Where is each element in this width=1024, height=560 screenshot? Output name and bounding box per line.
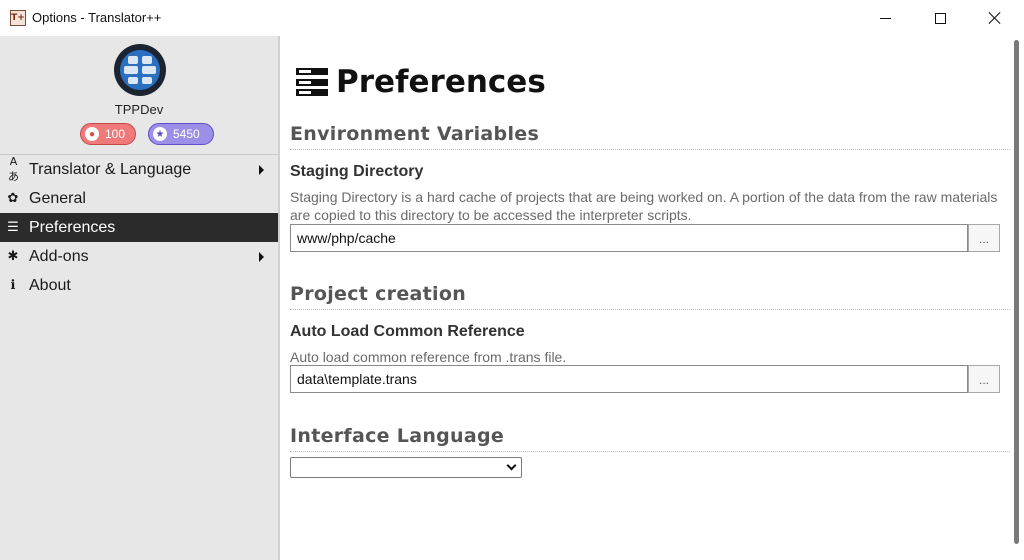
gear-icon: ✿	[7, 191, 19, 206]
username: TPPDev	[114, 102, 164, 117]
page-title: Preferences	[296, 64, 546, 100]
sidebar-item-general[interactable]: ✿ General	[0, 184, 278, 213]
close-icon	[988, 11, 1002, 25]
minimize-button[interactable]	[862, 0, 908, 36]
staging-directory-input[interactable]	[290, 224, 968, 252]
field-title-staging-directory: Staging Directory	[290, 163, 424, 180]
title-bar: T+ Options - Translator++	[0, 0, 1024, 36]
page-title-text: Preferences	[336, 64, 546, 100]
submenu-arrow-icon	[259, 252, 264, 262]
auto-load-reference-browse-button[interactable]: ...	[968, 365, 1000, 393]
close-button[interactable]	[972, 0, 1018, 36]
sidebar-item-label: Preferences	[29, 218, 116, 236]
chevron-down-icon	[506, 460, 517, 471]
staging-directory-browse-button[interactable]: ...	[968, 224, 1000, 252]
status-badge-blue: ★ 5450	[148, 123, 214, 145]
maximize-button[interactable]	[917, 0, 963, 36]
field-description-staging-directory: Staging Directory is a hard cache of pro…	[290, 189, 998, 223]
sidebar-item-about[interactable]: ℹ About	[0, 271, 278, 300]
preferences-icon	[296, 68, 328, 96]
window-title: Options - Translator++	[32, 10, 162, 25]
sidebar-item-add-ons[interactable]: ✱ Add-ons	[0, 242, 278, 271]
field-title-auto-load-reference: Auto Load Common Reference	[290, 323, 525, 340]
alert-icon: ●	[85, 127, 99, 141]
avatar[interactable]	[114, 44, 166, 96]
auto-load-reference-input[interactable]	[290, 365, 968, 393]
interface-language-select[interactable]	[290, 457, 522, 478]
translate-icon: Aあ	[8, 155, 19, 183]
main-panel: Preferences Environment Variables Stagin…	[282, 36, 1010, 560]
preferences-icon: ☰	[7, 220, 19, 235]
field-description-auto-load-reference: Auto load common reference from .trans f…	[290, 349, 567, 365]
profile-panel: TPPDev ● 100 ★ 5450	[0, 36, 278, 154]
sidebar-item-translator-language[interactable]: Aあ Translator & Language	[0, 155, 278, 184]
info-icon: ℹ	[10, 278, 16, 293]
submenu-arrow-icon	[259, 165, 264, 175]
avatar-image	[120, 50, 160, 90]
scrollbar-thumb[interactable]	[1014, 40, 1019, 544]
sidebar: TPPDev ● 100 ★ 5450 Aあ Translator & Lang…	[0, 36, 280, 560]
sidebar-menu: Aあ Translator & Language ✿ General ☰ Pre…	[0, 154, 278, 300]
maximize-icon	[934, 12, 946, 24]
sidebar-item-label: General	[29, 189, 86, 207]
sidebar-item-label: Add-ons	[29, 247, 89, 265]
puzzle-icon: ✱	[7, 249, 19, 264]
minimize-icon	[879, 17, 891, 19]
star-icon: ★	[153, 127, 167, 141]
status-badge-red: ● 100	[80, 123, 136, 145]
section-heading-environment: Environment Variables	[290, 123, 1010, 150]
vertical-scrollbar[interactable]	[1010, 36, 1024, 560]
badge-blue-value: 5450	[173, 127, 200, 141]
section-heading-project-creation: Project creation	[290, 283, 1010, 310]
sidebar-item-label: Translator & Language	[29, 160, 192, 178]
sidebar-item-preferences[interactable]: ☰ Preferences	[0, 213, 278, 242]
badge-red-value: 100	[105, 127, 126, 141]
sidebar-item-label: About	[29, 276, 71, 294]
section-heading-interface-language: Interface Language	[290, 425, 1010, 452]
app-icon: T+	[10, 10, 26, 26]
